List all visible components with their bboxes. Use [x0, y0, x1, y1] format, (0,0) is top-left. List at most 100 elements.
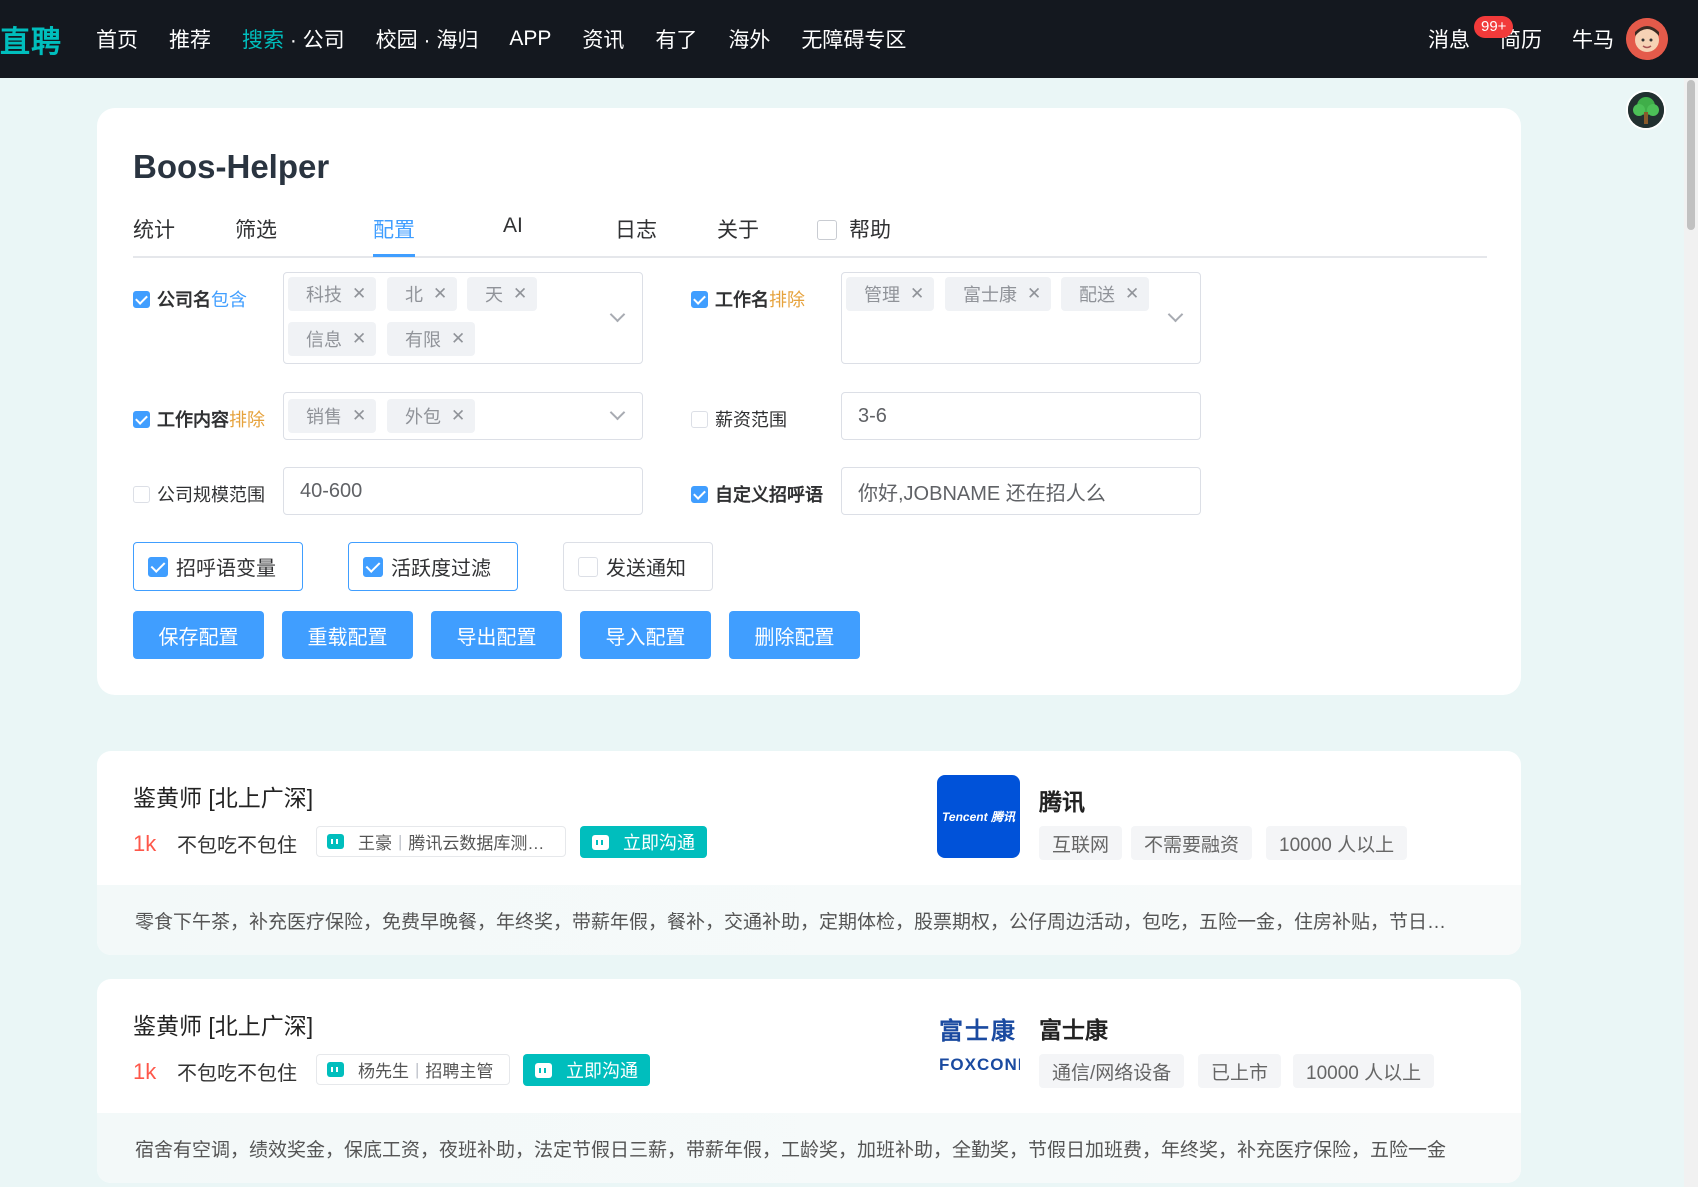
- tag-label: 有限: [405, 330, 441, 350]
- job-card[interactable]: 鉴黄师 [北上广深] 1k 不包吃不包住 杨先生 | 招聘主管 立即沟通 富士康 F…: [97, 979, 1521, 1183]
- help-checkbox[interactable]: [817, 220, 837, 240]
- greeting-variable-checkbox[interactable]: [148, 556, 168, 577]
- export-config-button[interactable]: 导出配置: [431, 611, 562, 659]
- import-config-button[interactable]: 导入配置: [580, 611, 711, 659]
- send-notification-checkbox[interactable]: [578, 556, 598, 577]
- job-name-filter-label[interactable]: 工作名 排除: [691, 286, 805, 312]
- job-title[interactable]: 鉴黄师 [北上广深]: [133, 779, 313, 813]
- close-icon[interactable]: ✕: [352, 284, 366, 304]
- tab-ai[interactable]: AI: [503, 214, 523, 238]
- close-icon[interactable]: ✕: [1125, 284, 1139, 304]
- salary-range-checkbox[interactable]: [691, 410, 708, 428]
- nav-home[interactable]: 首页: [96, 24, 138, 54]
- save-config-button[interactable]: 保存配置: [133, 611, 264, 659]
- custom-greeting-label[interactable]: 自定义招呼语: [691, 481, 823, 507]
- close-icon[interactable]: ✕: [451, 406, 465, 426]
- company-scale-checkbox[interactable]: [133, 485, 150, 503]
- tag-chip: 北 ✕: [387, 277, 458, 311]
- nav-messages[interactable]: 消息: [1428, 24, 1470, 54]
- nav-search-company[interactable]: 搜索 · 公司: [242, 24, 345, 54]
- company-name[interactable]: 富士康: [1039, 1011, 1108, 1045]
- salary-range-input[interactable]: 3-6: [841, 392, 1201, 440]
- company-name-filter-label[interactable]: 公司名 包含: [133, 286, 247, 312]
- activity-filter-label: 活跃度过滤: [391, 558, 491, 580]
- tab-filter[interactable]: 筛选: [235, 214, 277, 244]
- company-tag: 通信/网络设备: [1039, 1054, 1185, 1088]
- job-content-mode: 排除: [229, 410, 265, 430]
- chevron-down-icon[interactable]: [1167, 306, 1184, 323]
- company-logo[interactable]: 富士康 FOXCONN: [937, 1003, 1020, 1086]
- nav-app[interactable]: APP: [509, 27, 551, 51]
- company-name-tags-select[interactable]: 科技 ✕ 北 ✕ 天 ✕ 信息 ✕ 有限 ✕: [283, 272, 643, 364]
- chat-now-button[interactable]: 立即沟通: [523, 1054, 650, 1086]
- chevron-down-icon[interactable]: [609, 306, 626, 323]
- salary-range-label[interactable]: 薪资范围: [691, 406, 787, 432]
- page-scrollbar[interactable]: [1684, 78, 1698, 1187]
- tab-config[interactable]: 配置: [373, 214, 415, 244]
- job-name-label: 工作名: [715, 290, 769, 310]
- nav-search-label: 搜索: [242, 29, 284, 52]
- user-avatar[interactable]: [1626, 18, 1668, 60]
- tab-about[interactable]: 关于: [717, 214, 759, 244]
- custom-greeting-input[interactable]: 你好,JOBNAME 还在招人么: [841, 467, 1201, 515]
- greeting-variable-toggle[interactable]: 招呼语变量: [133, 542, 303, 591]
- nav-username[interactable]: 牛马: [1572, 24, 1614, 54]
- close-icon[interactable]: ✕: [513, 284, 527, 304]
- close-icon[interactable]: ✕: [352, 406, 366, 426]
- company-name[interactable]: 腾讯: [1039, 783, 1085, 817]
- activity-filter-checkbox[interactable]: [363, 556, 383, 577]
- job-content-checkbox[interactable]: [133, 410, 150, 428]
- job-content-filter-label[interactable]: 工作内容 排除: [133, 406, 265, 432]
- job-name-tags-select[interactable]: 管理 ✕ 富士康 ✕ 配送 ✕: [841, 272, 1201, 364]
- tab-stats[interactable]: 统计: [133, 214, 175, 244]
- tab-help[interactable]: 帮助: [817, 214, 891, 244]
- close-icon[interactable]: ✕: [352, 329, 366, 349]
- tab-help-label: 帮助: [849, 219, 891, 242]
- reload-config-button[interactable]: 重载配置: [282, 611, 413, 659]
- chat-now-label: 立即沟通: [566, 1061, 638, 1081]
- job-card[interactable]: 鉴黄师 [北上广深] 1k 不包吃不包住 王豪 | 腾讯云数据库测… 立即沟通 Te…: [97, 751, 1521, 955]
- tag-chip: 富士康 ✕: [945, 277, 1052, 311]
- nav-recommend[interactable]: 推荐: [169, 24, 211, 54]
- nav-overseas[interactable]: 海外: [728, 24, 770, 54]
- avatar-face-icon: [1626, 18, 1668, 60]
- nav-news[interactable]: 资讯: [582, 24, 624, 54]
- company-logo-text-top: 富士康: [939, 1018, 1017, 1045]
- nav-campus[interactable]: 校园 · 海归: [376, 24, 479, 54]
- nav-accessibility[interactable]: 无障碍专区: [801, 24, 906, 54]
- chevron-down-icon[interactable]: [609, 404, 626, 421]
- delete-config-button[interactable]: 删除配置: [729, 611, 860, 659]
- activity-filter-toggle[interactable]: 活跃度过滤: [348, 542, 518, 591]
- site-logo[interactable]: 直聘: [0, 17, 62, 61]
- company-logo[interactable]: Tencent 腾讯: [937, 775, 1020, 858]
- close-icon[interactable]: ✕: [451, 329, 465, 349]
- chat-now-label: 立即沟通: [623, 833, 695, 853]
- tree-icon: [1628, 92, 1664, 128]
- nav-youle[interactable]: 有了: [655, 24, 697, 54]
- chat-now-button[interactable]: 立即沟通: [580, 826, 707, 858]
- custom-greeting-text: 自定义招呼语: [715, 485, 823, 505]
- company-name-checkbox[interactable]: [133, 290, 150, 308]
- recruiter-role: 招聘主管: [425, 1062, 494, 1081]
- scrollbar-thumb[interactable]: [1687, 80, 1695, 230]
- job-name-checkbox[interactable]: [691, 290, 708, 308]
- company-tag: 已上市: [1198, 1054, 1282, 1088]
- tag-chip: 有限 ✕: [387, 322, 476, 356]
- close-icon[interactable]: ✕: [433, 284, 447, 304]
- recruiter-info: 杨先生 | 招聘主管: [316, 1054, 510, 1085]
- helper-float-avatar[interactable]: [1626, 90, 1666, 130]
- company-scale-label[interactable]: 公司规模范围: [133, 481, 265, 507]
- close-icon[interactable]: ✕: [910, 284, 924, 304]
- close-icon[interactable]: ✕: [1027, 284, 1041, 304]
- job-title[interactable]: 鉴黄师 [北上广深]: [133, 1007, 313, 1041]
- tab-logs[interactable]: 日志: [615, 214, 657, 244]
- company-tag: 不需要融资: [1131, 826, 1253, 860]
- divider: |: [398, 831, 403, 851]
- custom-greeting-checkbox[interactable]: [691, 485, 708, 503]
- chat-bubble-icon: [327, 834, 344, 849]
- tag-chip: 科技 ✕: [288, 277, 377, 311]
- job-content-tags-select[interactable]: 销售 ✕ 外包 ✕: [283, 392, 643, 440]
- company-scale-input[interactable]: 40-600: [283, 467, 643, 515]
- tag-label: 北: [405, 285, 423, 305]
- send-notification-toggle[interactable]: 发送通知: [563, 542, 713, 591]
